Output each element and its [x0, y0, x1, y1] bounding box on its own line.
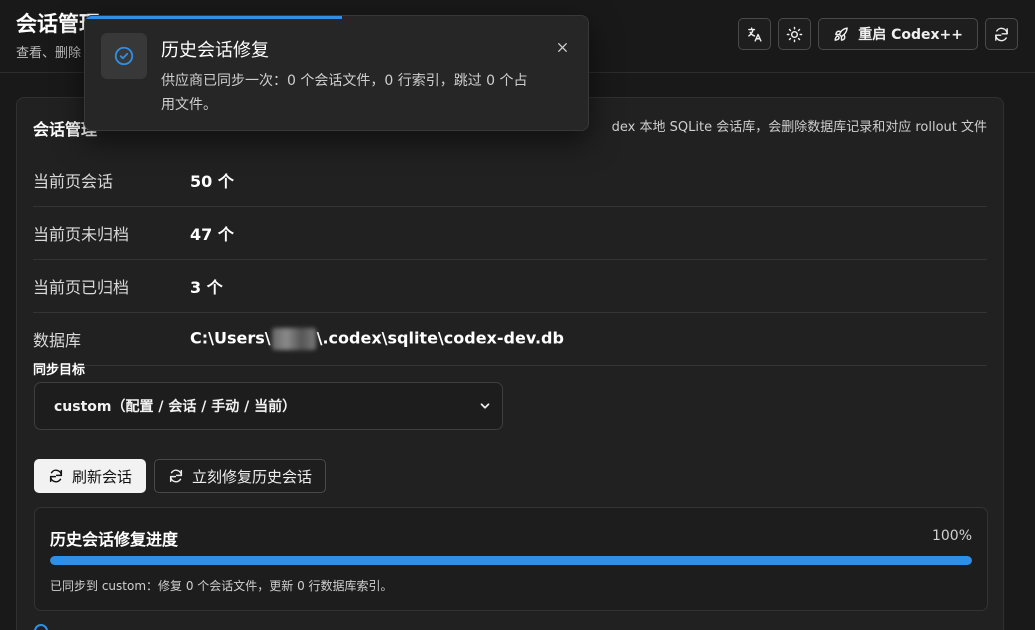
refresh-sessions-button[interactable]: 刷新会话: [34, 459, 147, 493]
session-management-card: 会话管理 dex 本地 SQLite 会话库，会删除数据库记录和对应 rollo…: [16, 97, 1004, 630]
database-path-suffix: \.codex\sqlite\codex-dev.db: [316, 328, 564, 348]
sync-target-label: 同步目标: [33, 363, 86, 378]
page-subtitle: 查看、删除: [16, 46, 82, 61]
progress-title: 历史会话修复进度: [50, 530, 179, 549]
sun-icon: [786, 26, 803, 42]
database-path-prefix: C:\Users\: [190, 328, 271, 348]
info-label: 当前页未归档: [33, 225, 130, 244]
refresh-icon: [995, 27, 1008, 41]
restart-codex-label: 重启 Codex++: [858, 27, 963, 43]
card-description: dex 本地 SQLite 会话库，会删除数据库记录和对应 rollout 文件: [611, 120, 987, 135]
header-toolbar: 重启 Codex++: [738, 18, 1018, 50]
toast-title: 历史会话修复: [161, 40, 269, 61]
progress-bar: [50, 556, 972, 565]
progress-percent: 100%: [931, 528, 972, 544]
info-value: 47 个: [190, 225, 234, 244]
database-path: C:\Users\ \.codex\sqlite\codex-dev.db: [190, 328, 564, 350]
toast-timer-bar: [85, 16, 342, 19]
toast-message: 供应商已同步一次：0 个会话文件，0 行索引，跳过 0 个占用文件。: [161, 73, 528, 113]
chevron-down-icon: [480, 403, 490, 409]
info-value: 3 个: [190, 278, 223, 297]
refresh-icon: [49, 469, 63, 483]
refresh-icon: [169, 469, 183, 483]
rocket-icon: [834, 26, 849, 41]
repair-progress-panel: 历史会话修复进度 100% 已同步到 custom：修复 0 个会话文件，更新 …: [34, 507, 988, 611]
progress-message: 已同步到 custom：修复 0 个会话文件，更新 0 行数据库索引。: [50, 579, 393, 593]
sync-target-value: custom（配置 / 会话 / 手动 / 当前）: [54, 399, 297, 415]
info-label: 当前页会话: [33, 172, 114, 191]
toast-close-button[interactable]: [554, 39, 570, 55]
theme-toggle-button[interactable]: [778, 18, 812, 50]
info-row-archived: 当前页已归档 3 个: [33, 260, 987, 313]
info-label: 数据库: [33, 331, 82, 350]
repair-history-label: 立刻修复历史会话: [192, 467, 313, 486]
restart-codex-button[interactable]: 重启 Codex++: [818, 18, 978, 50]
info-circle-icon: [34, 624, 48, 630]
reload-button[interactable]: [985, 18, 1018, 50]
sync-target-select[interactable]: custom（配置 / 会话 / 手动 / 当前）: [34, 382, 503, 430]
check-circle-icon: [114, 46, 134, 66]
toast-notification: 历史会话修复 供应商已同步一次：0 个会话文件，0 行索引，跳过 0 个占用文件…: [84, 15, 589, 131]
language-button[interactable]: [738, 18, 772, 50]
toast-icon-box: [101, 33, 147, 79]
info-label: 当前页已归档: [33, 278, 130, 297]
close-icon: [557, 42, 567, 52]
redacted-username: [271, 328, 316, 350]
translate-icon: [748, 26, 762, 42]
info-row-database: 数据库 C:\Users\ \.codex\sqlite\codex-dev.db: [33, 313, 987, 366]
repair-history-button[interactable]: 立刻修复历史会话: [154, 459, 327, 493]
info-row-unarchived: 当前页未归档 47 个: [33, 207, 987, 260]
info-value: 50 个: [190, 172, 234, 191]
progress-bar-fill: [50, 556, 972, 565]
refresh-sessions-label: 刷新会话: [72, 467, 133, 486]
info-row-page-sessions: 当前页会话 50 个: [33, 154, 987, 207]
